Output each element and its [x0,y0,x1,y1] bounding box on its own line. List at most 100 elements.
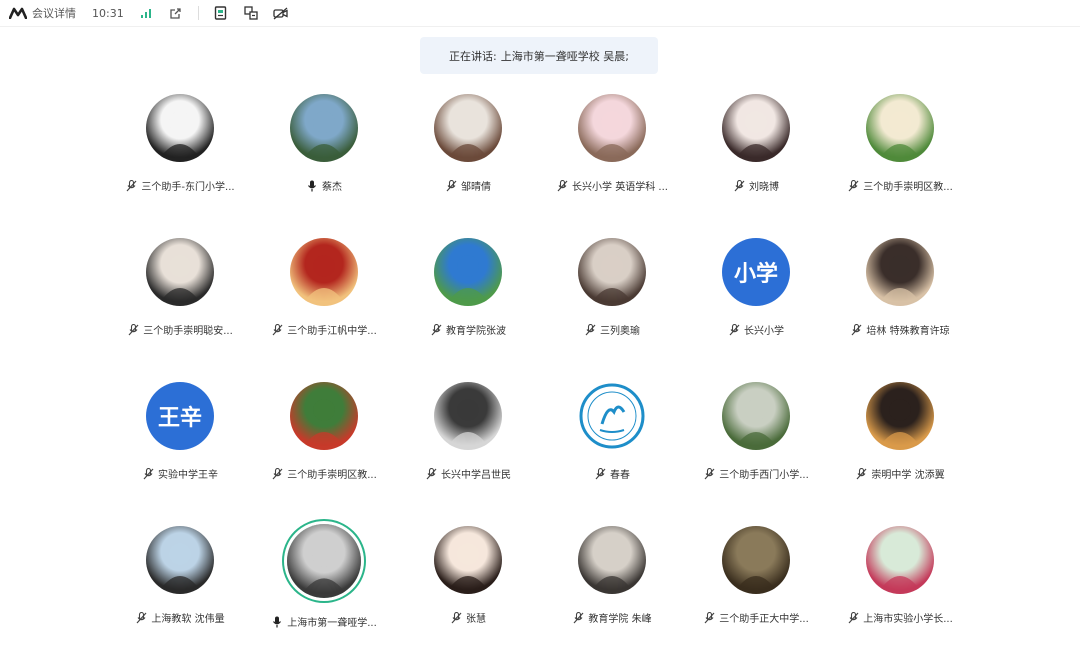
user-photo-icon [592,111,632,158]
participant-name-row: 实验中学王辛 [142,466,218,481]
avatar[interactable] [578,94,646,162]
avatar[interactable] [434,526,502,594]
microphone-muted-icon [594,467,606,480]
user-photo-icon [880,255,920,302]
avatar-text: 王辛 [157,406,202,431]
participant-tile[interactable]: 教育学院 朱峰 [540,524,684,668]
avatar[interactable] [287,524,361,598]
microphone-muted-icon [847,179,859,192]
participant-name-row: 三列奥瑜 [584,322,640,337]
participant-name-row: 长兴小学 英语学科 ... [556,178,668,193]
participant-name: 三个助手崇明区教... [287,470,377,481]
clock-time: 10:31 [92,6,124,20]
participant-name-row: 教育学院张波 [430,322,506,337]
user-photo-icon [302,542,346,594]
microphone-icon [271,616,283,628]
participant-name: 三列奥瑜 [600,326,640,337]
user-photo-icon [448,111,488,158]
participant-tile[interactable]: 邹晴倩 [396,92,540,236]
participant-name: 张慧 [466,614,486,625]
signal-icon[interactable] [138,5,154,21]
speaking-banner: 正在讲话: 上海市第一聋哑学校 吴晨; [420,37,658,74]
avatar[interactable] [722,526,790,594]
avatar[interactable] [434,94,502,162]
participant-name-row: 三个助手正大中学... [703,610,809,625]
share-icon[interactable] [168,5,184,21]
user-photo-icon [448,543,488,590]
avatar[interactable] [866,238,934,306]
participant-name: 春春 [610,470,630,481]
participant-name-row: 三个助手崇明聪安... [127,322,233,337]
avatar[interactable] [866,526,934,594]
title-bar: 会议详情 10:31 [0,0,1080,27]
avatar[interactable] [290,382,358,450]
participant-tile[interactable]: 张慧 [396,524,540,668]
participant-tile[interactable]: 三个助手崇明聪安... [108,236,252,380]
user-photo-icon [880,111,920,158]
avatar[interactable] [290,94,358,162]
toolbar-divider [197,6,199,20]
microphone-muted-icon [850,323,862,336]
participant-tile[interactable]: 三列奥瑜 [540,236,684,380]
participant-tile[interactable]: 王辛 实验中学王辛 [108,380,252,524]
participant-tile[interactable]: 三个助手江帆中学... [252,236,396,380]
microphone-muted-icon [556,179,568,192]
microphone-muted-icon [728,323,740,336]
participant-tile[interactable]: 小学 长兴小学 [684,236,828,380]
participant-tile[interactable]: 上海教软 沈伟量 [108,524,252,668]
participant-tile[interactable]: 刘晓博 [684,92,828,236]
participant-tile[interactable]: 三个助手正大中学... [684,524,828,668]
microphone-muted-icon [127,323,139,336]
participant-tile[interactable]: 教育学院张波 [396,236,540,380]
avatar[interactable] [146,94,214,162]
participant-name-row: 上海教软 沈伟量 [135,610,225,625]
participant-tile[interactable]: 上海市实验小学长... [828,524,972,668]
participant-tile[interactable]: 长兴小学 英语学科 ... [540,92,684,236]
avatar[interactable] [290,238,358,306]
avatar[interactable] [578,238,646,306]
microphone-muted-icon [445,179,457,192]
avatar[interactable] [146,526,214,594]
avatar[interactable] [146,238,214,306]
participant-tile[interactable]: 三个助手-东门小学... [108,92,252,236]
avatar[interactable]: 小学 [722,238,790,306]
hide-video-icon[interactable] [273,5,289,21]
user-photo-icon [448,255,488,302]
avatar[interactable] [866,94,934,162]
avatar[interactable] [722,382,790,450]
meeting-details-link[interactable]: 会议详情 [32,5,76,21]
avatar[interactable] [578,526,646,594]
participant-name: 上海市第一聋哑学... [287,618,377,629]
participant-tile[interactable]: 长兴中学吕世民 [396,380,540,524]
microphone-muted-icon [733,179,745,192]
participant-name: 三个助手-东门小学... [141,182,235,193]
participant-tile[interactable]: 崇明中学 沈添翼 [828,380,972,524]
participant-tile[interactable]: 蔡杰 [252,92,396,236]
user-photo-icon [304,255,344,302]
participant-tile[interactable]: 三个助手崇明区教... [828,92,972,236]
participant-tile[interactable]: 上海市第一聋哑学... [252,524,396,668]
document-icon[interactable] [213,5,229,21]
participant-tile[interactable]: 春春 [540,380,684,524]
avatar[interactable] [866,382,934,450]
avatar[interactable] [578,382,646,450]
avatar[interactable] [434,382,502,450]
participant-tile[interactable]: 培林 特殊教育许琼 [828,236,972,380]
participant-tile[interactable]: 三个助手西门小学... [684,380,828,524]
user-photo-icon [160,543,200,590]
participant-name-row: 春春 [594,466,630,481]
logo-icon [8,6,28,20]
school-logo-icon [579,383,645,449]
participant-name: 三个助手正大中学... [719,614,809,625]
translate-icon[interactable] [243,5,259,21]
avatar[interactable] [434,238,502,306]
participant-tile[interactable]: 三个助手崇明区教... [252,380,396,524]
participant-name: 蔡杰 [322,182,342,193]
participant-name-row: 刘晓博 [733,178,779,193]
avatar[interactable] [722,94,790,162]
microphone-muted-icon [425,467,437,480]
participant-name: 三个助手崇明区教... [863,182,953,193]
participant-name-row: 三个助手江帆中学... [271,322,377,337]
avatar[interactable]: 王辛 [146,382,214,450]
user-photo-icon [736,111,776,158]
